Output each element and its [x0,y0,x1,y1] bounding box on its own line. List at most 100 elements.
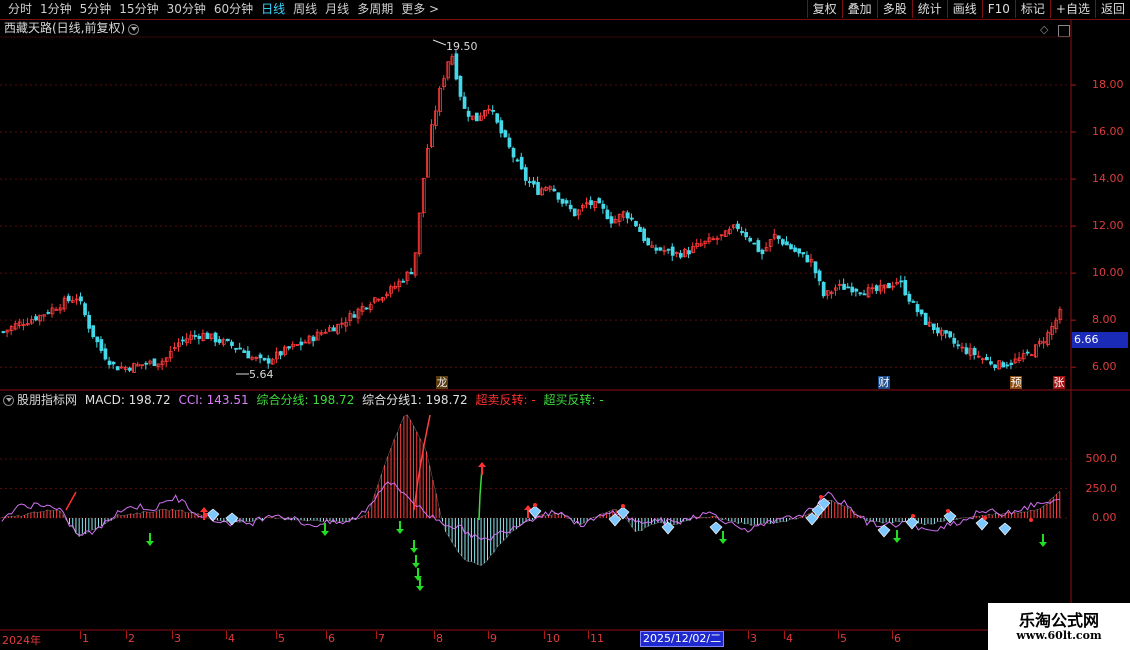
candle-body [1025,351,1030,354]
buy-arrow-head [146,541,154,546]
candle-body [519,156,524,170]
diamond-marker [709,521,723,535]
candle-body [205,332,210,340]
month-label: 7 [378,632,385,645]
buy-arrow-head [893,538,901,543]
month-tick [434,631,435,639]
sell-arrow-head [478,462,486,467]
event-tag[interactable]: 预 [1010,376,1022,389]
candle-body [234,347,238,350]
candle-body [932,323,936,331]
red-dot [533,503,537,507]
candle-body [1009,362,1014,366]
candle-body [915,304,920,313]
event-tag[interactable]: 龙 [436,376,448,389]
candle-body [630,217,634,220]
buy-arrow-head [321,531,329,536]
candle-body [756,240,761,252]
candle-body [776,235,781,240]
candle-body [972,348,977,356]
candle-body [262,357,267,361]
month-label: 3 [174,632,181,645]
logo-url: www.60lt.com [1016,629,1102,642]
candle-body [936,327,940,334]
candle-body [499,120,504,134]
candle-body [409,271,414,275]
candle-body [46,312,51,314]
low-price-label: 5.64 [249,368,274,381]
candle-body [850,286,855,293]
candle-body [511,148,516,158]
candle-body [242,350,247,353]
month-label: 4 [228,632,235,645]
month-tick [126,631,127,639]
candle-body [744,231,748,238]
candle-body [1001,362,1006,368]
candle-body [217,339,222,343]
candle-body [111,361,116,365]
candle-body [956,344,961,347]
candle-body [466,110,471,117]
red-dot [983,516,987,520]
month-tick [172,631,173,639]
buy-arrow-head [410,548,418,553]
month-tick [276,631,277,639]
candle-body [564,200,569,204]
candle-body [311,336,316,342]
candle-body [99,339,104,351]
price-tick-label: 6.00 [1092,360,1117,374]
month-tick [748,631,749,639]
panel-frames [0,20,1130,631]
candle-body [736,223,740,230]
event-tag[interactable]: 张 [1053,376,1065,389]
candle-body [515,159,520,162]
candle-body [115,366,120,371]
candle-body [989,361,993,365]
candle-body [1005,364,1010,367]
sell-arrow-head [200,507,208,512]
osc-tick-label: 500.0 [1085,452,1118,465]
candle-body [948,331,953,338]
logo-cn: 乐淘公式网 [1018,611,1099,630]
event-tag[interactable]: 财 [878,376,890,389]
candle-body [87,314,91,329]
candle-body [952,337,957,344]
month-label: 1 [82,632,89,645]
candle-body [523,167,528,181]
chart-canvas[interactable] [0,0,1130,650]
price-tick-label: 18.00 [1092,78,1124,92]
candle-body [213,332,218,343]
candle-body [817,270,822,282]
candle-body [536,182,540,195]
candle-body [299,341,304,346]
price-tick-label: 8.00 [1092,313,1117,327]
candle-body [572,208,577,217]
candle-body [144,362,149,365]
candle-body [752,242,757,245]
candle-body [230,341,234,346]
candle-body [899,280,904,283]
month-label: 9 [490,632,497,645]
candle-body [793,247,797,252]
candle-body [238,347,242,350]
month-tick [80,631,81,639]
month-label: 8 [436,632,443,645]
high-price-label: 19.50 [446,40,478,53]
month-label: 5 [278,632,285,645]
candle-body [597,198,602,204]
candle-body [605,209,610,220]
candle-body [748,237,753,242]
candle-body [805,254,810,263]
candle-body [266,358,271,364]
candle-body [670,246,675,256]
candle-body [34,316,38,321]
month-tick [326,631,327,639]
buy-arrow-head [396,529,404,534]
month-tick [784,631,785,639]
candle-body [625,212,630,219]
candle-body [601,203,606,209]
macd-line [1,414,1060,566]
candle-body [842,283,846,290]
buy-arrow-head [412,563,420,568]
candle-body [801,252,806,255]
